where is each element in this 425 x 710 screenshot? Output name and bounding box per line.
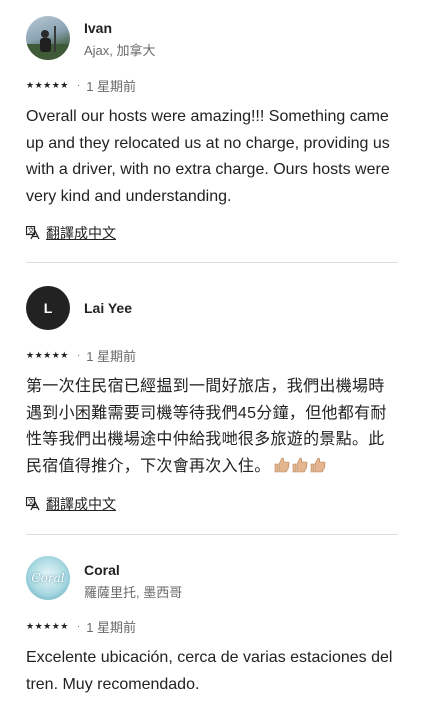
translate-icon: 文 [26, 226, 40, 240]
reviewer-name[interactable]: Ivan [84, 20, 112, 36]
review-time: 1 星期前 [86, 620, 137, 635]
review-text-content: 第一次住民宿已經揾到一間好旅店，我們出機場時遇到小困難需要司機等待我們45分鐘，… [26, 378, 387, 475]
star-rating: ★★★★★ [26, 621, 69, 631]
reviewer-name[interactable]: Lai Yee [84, 300, 132, 316]
reviewer-name[interactable]: Coral [84, 562, 120, 578]
separator-dot: · [76, 80, 81, 91]
review-meta: ★★★★★ · 1 星期前 [26, 76, 136, 95]
review-text: Excelente ubicación, cerca de varias est… [26, 649, 393, 693]
thumbs-up-icon [292, 457, 308, 472]
review-text: 第一次住民宿已經揾到一間好旅店，我們出機場時遇到小困難需要司機等待我們45分鐘，… [26, 374, 398, 480]
separator-dot: · [76, 350, 81, 361]
translate-label: 翻譯成中文 [46, 225, 116, 241]
avatar-coral[interactable]: Coral [26, 556, 70, 600]
thumbs-up-emoji [273, 456, 327, 474]
review-text: Overall our hosts were amazing!!! Someth… [26, 108, 390, 205]
translate-button[interactable]: 文 翻譯成中文 [26, 494, 116, 514]
thumbs-up-icon [274, 457, 290, 472]
review-time: 1 星期前 [86, 79, 137, 94]
user-photo-icon [26, 26, 70, 60]
reviewer-location: 羅薩里托, 墨西哥 [84, 585, 183, 600]
thumbs-up-icon [310, 457, 326, 472]
reviewer-location: Ajax, 加拿大 [84, 43, 156, 58]
review-time: 1 星期前 [86, 349, 137, 364]
translate-icon: 文 [26, 497, 40, 511]
star-rating: ★★★★★ [26, 350, 69, 360]
divider [26, 262, 398, 263]
avatar-lai-yee[interactable]: L [26, 286, 70, 330]
avatar-letter: L [43, 300, 53, 316]
separator-dot: · [76, 621, 81, 632]
star-rating: ★★★★★ [26, 80, 69, 90]
avatar-ivan[interactable] [26, 16, 70, 60]
translate-button[interactable]: 文 翻譯成中文 [26, 223, 116, 243]
translate-label: 翻譯成中文 [46, 496, 116, 512]
review-meta: ★★★★★ · 1 星期前 [26, 617, 136, 636]
review-meta: ★★★★★ · 1 星期前 [26, 346, 136, 365]
coral-logo: Coral [31, 571, 65, 585]
divider [26, 534, 398, 535]
